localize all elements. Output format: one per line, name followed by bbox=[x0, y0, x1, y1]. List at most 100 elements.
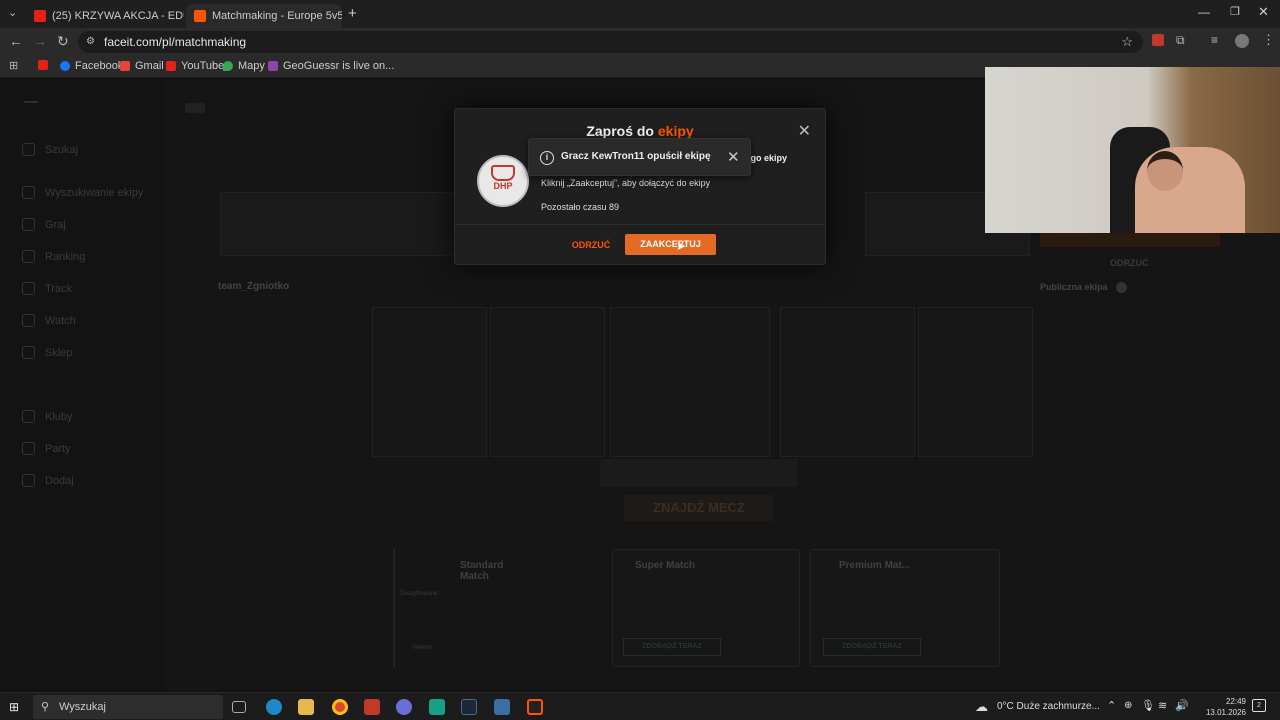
accept-right-button[interactable] bbox=[1040, 233, 1220, 247]
bookmark-youtube-red[interactable] bbox=[38, 60, 48, 70]
weather-text[interactable]: 0°C Duże zachmurze... bbox=[997, 701, 1100, 712]
forward-icon[interactable]: → bbox=[33, 33, 47, 49]
task-view-icon[interactable] bbox=[232, 701, 246, 713]
tab-matchmaking[interactable]: Matchmaking - Europe 5v5 Qu ✕ bbox=[186, 4, 342, 28]
network-icon[interactable]: ⊕ bbox=[1124, 700, 1132, 711]
mode-card-subtitle: Zaszyfrowane bbox=[400, 591, 438, 597]
faceit-icon bbox=[194, 10, 206, 22]
tab-youtube[interactable]: (25) KRZYWA AKCJA - EDUKACJ ✕ bbox=[26, 4, 184, 28]
tab-list-chevron-icon[interactable]: ⌄ bbox=[8, 6, 17, 19]
bookmark-facebook[interactable]: Facebook bbox=[60, 60, 123, 72]
shop-icon bbox=[22, 346, 35, 359]
file-explorer-icon[interactable] bbox=[298, 699, 314, 715]
sidebar-item-team-search[interactable]: Wyszukiwanie ekipy bbox=[22, 186, 143, 199]
bookmark-star-icon[interactable]: ☆ bbox=[1121, 31, 1133, 53]
windows-taskbar: ⊞ ⚲ Wyszukaj ☁ 0°C Duże zachmurze... ⌃ ⊕… bbox=[0, 692, 1280, 720]
sidebar-item-shop[interactable]: Sklep bbox=[22, 346, 73, 359]
faceit-logo[interactable] bbox=[24, 101, 38, 111]
sidebar-item-watch[interactable]: Watch bbox=[22, 314, 76, 327]
wifi-icon[interactable]: ≋ bbox=[1158, 699, 1167, 712]
back-icon[interactable]: ← bbox=[9, 33, 23, 49]
mission-panel bbox=[220, 192, 460, 256]
mode-card-title: Premium Mat... bbox=[839, 560, 911, 571]
new-tab-icon[interactable]: + bbox=[348, 5, 357, 22]
close-icon[interactable]: ✕ bbox=[798, 121, 811, 141]
player-slot[interactable] bbox=[918, 307, 1033, 457]
sidebar-item-label: Watch bbox=[45, 314, 76, 327]
extensions-puzzle-icon[interactable]: ⧉ bbox=[1176, 33, 1185, 48]
taskbar-search-input[interactable]: ⚲ Wyszukaj bbox=[33, 695, 223, 719]
winrar-icon[interactable] bbox=[364, 699, 380, 715]
sidebar-item-play[interactable]: Graj bbox=[22, 218, 66, 231]
menu-icon[interactable]: ⋮ bbox=[1262, 32, 1275, 48]
decline-button[interactable]: ODRZUĆ bbox=[563, 235, 619, 255]
media-icon[interactable]: ≡ bbox=[1211, 33, 1218, 47]
sidebar: Szukaj Wyszukiwanie ekipy Graj Ranking T… bbox=[0, 79, 165, 691]
party-icon bbox=[22, 442, 35, 455]
public-team-label: Publiczna ekipa bbox=[1040, 282, 1108, 292]
player-slot[interactable] bbox=[780, 307, 915, 457]
restore-icon[interactable]: ❐ bbox=[1230, 5, 1240, 18]
accept-button[interactable]: ZAAKCEPTUJ bbox=[625, 234, 716, 255]
clock[interactable]: 22:49 13.01.2026 bbox=[1200, 696, 1246, 718]
site-info-icon[interactable]: ⚙ bbox=[86, 31, 95, 53]
mode-card-button[interactable]: ZDOBĄDŹ TERAZ bbox=[623, 638, 721, 656]
volume-icon[interactable]: 🔊 bbox=[1175, 699, 1189, 712]
discord-icon[interactable] bbox=[396, 699, 412, 715]
reload-icon[interactable]: ↻ bbox=[57, 33, 69, 50]
decline-right-button[interactable]: ODRZUĆ bbox=[1110, 258, 1149, 268]
app-icon[interactable] bbox=[429, 699, 445, 715]
mode-card-button[interactable]: ZDOBĄDŹ TERAZ bbox=[823, 638, 921, 656]
player-slot[interactable] bbox=[490, 307, 605, 457]
person-head bbox=[1147, 151, 1183, 191]
sidebar-item-label: Szukaj bbox=[45, 143, 79, 156]
sidebar-item-ranking[interactable]: Ranking bbox=[22, 250, 85, 263]
bookmark-youtube[interactable]: YouTube bbox=[166, 60, 224, 72]
add-icon bbox=[22, 474, 35, 487]
bookmark-label: Mapy bbox=[238, 60, 265, 72]
sidebar-item-track[interactable]: Track bbox=[22, 282, 72, 295]
bookmark-geoguessr[interactable]: GeoGuessr is live on... bbox=[268, 60, 394, 72]
tray-chevron-icon[interactable]: ⌃ bbox=[1107, 699, 1116, 712]
close-icon[interactable]: ✕ bbox=[727, 148, 740, 166]
steam-icon[interactable] bbox=[461, 699, 477, 715]
watch-icon bbox=[22, 314, 35, 327]
minimize-icon[interactable]: — bbox=[1198, 5, 1210, 19]
game-selector-icon[interactable] bbox=[185, 103, 205, 113]
date: 13.01.2026 bbox=[1205, 708, 1246, 717]
mode-card-super[interactable]: Super Match ZDOBĄDŹ TERAZ bbox=[612, 549, 800, 667]
mouse-cursor-icon: ➤ bbox=[676, 239, 687, 253]
bookmark-gmail[interactable]: Gmail bbox=[120, 60, 164, 72]
public-team-toggle[interactable] bbox=[1116, 282, 1127, 293]
sidebar-item-clubs[interactable]: Kluby bbox=[22, 410, 73, 423]
sidebar-item-search[interactable]: Szukaj bbox=[22, 143, 78, 156]
find-match-button[interactable]: ZNAJDŹ MECZ bbox=[624, 495, 774, 521]
track-icon bbox=[22, 282, 35, 295]
bookmark-maps[interactable]: Mapy bbox=[223, 60, 265, 72]
mode-card-standard[interactable]: Standard Match Zaszyfrowane Veteran bbox=[393, 549, 503, 667]
mode-card-title: Super Match bbox=[635, 560, 696, 571]
close-window-icon[interactable]: ✕ bbox=[1258, 4, 1269, 20]
address-bar-row: ← → ↻ ⚙ faceit.com/pl/matchmaking ☆ ⧉ ≡ … bbox=[0, 28, 1280, 56]
faceit-app-icon[interactable] bbox=[527, 699, 543, 715]
clubs-icon bbox=[22, 410, 35, 423]
notifications-icon[interactable]: 2 bbox=[1252, 699, 1266, 712]
player-slot[interactable] bbox=[610, 307, 770, 457]
sidebar-item-party[interactable]: Party bbox=[22, 442, 71, 455]
mode-card-premium[interactable]: Premium Mat... ZDOBĄDŹ TERAZ bbox=[810, 549, 1000, 667]
notes-icon[interactable] bbox=[494, 699, 510, 715]
avatar: DHP bbox=[477, 155, 529, 207]
apps-grid-icon[interactable]: ⊞ bbox=[9, 59, 18, 72]
profile-icon[interactable] bbox=[1235, 34, 1249, 48]
microphone-icon[interactable]: 🎙 bbox=[1141, 699, 1155, 712]
search-placeholder: Wyszukaj bbox=[59, 701, 106, 713]
player-slot[interactable] bbox=[372, 307, 487, 457]
windows-start-icon[interactable]: ⊞ bbox=[9, 700, 19, 714]
title-prefix: Zaproś do bbox=[586, 123, 658, 139]
extension-icon[interactable] bbox=[1152, 34, 1164, 46]
url-input[interactable]: ⚙ faceit.com/pl/matchmaking ☆ bbox=[78, 31, 1143, 53]
edge-icon[interactable] bbox=[266, 699, 282, 715]
chrome-icon[interactable] bbox=[332, 699, 348, 715]
youtube-icon bbox=[166, 61, 176, 71]
sidebar-item-add[interactable]: Dodaj bbox=[22, 474, 74, 487]
